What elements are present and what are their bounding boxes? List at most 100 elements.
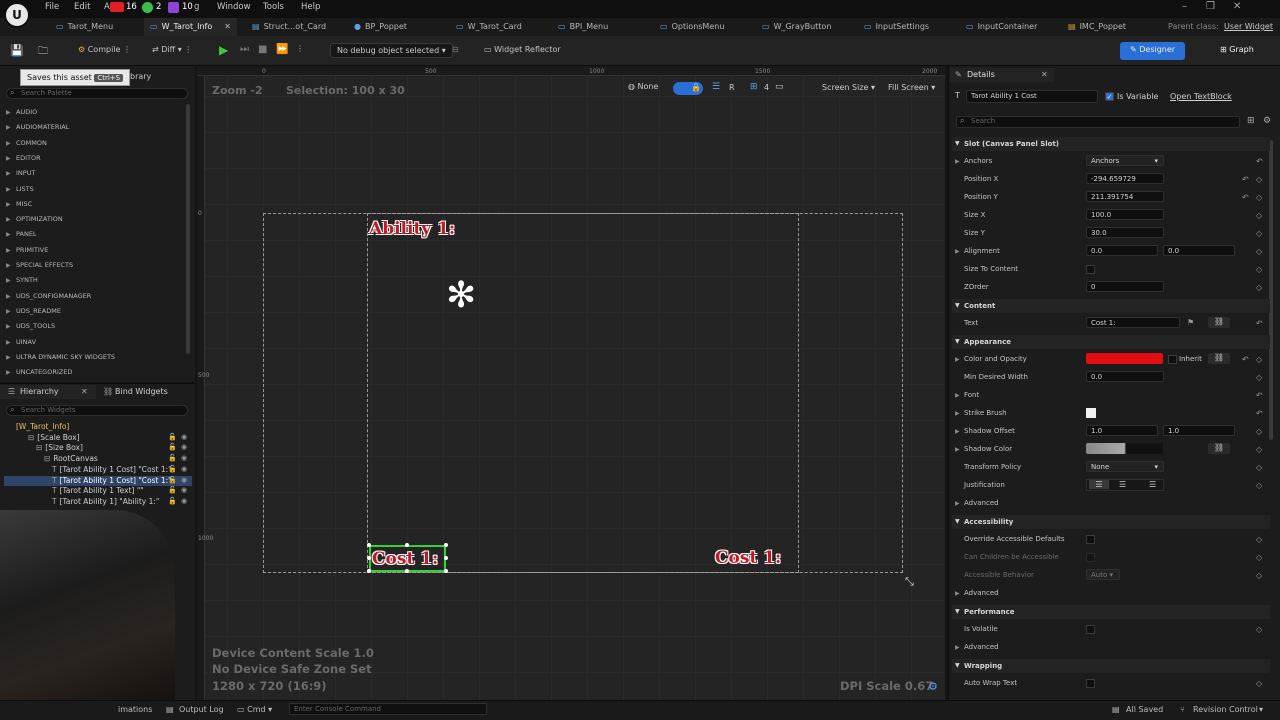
tab-bp-poppet[interactable]: ● BP_Poppet (348, 18, 413, 36)
reset-icon[interactable]: ↶ (1256, 391, 1263, 400)
palette-search-input[interactable]: Search Palette (6, 88, 188, 99)
section-accessibility[interactable]: ▼ Accessibility (952, 515, 1270, 529)
expand-arrow-icon[interactable]: ▶ (955, 356, 960, 363)
expand-arrow-icon[interactable]: ▶ (6, 170, 11, 177)
keyframe-diamond-icon[interactable]: ◇ (1256, 427, 1262, 436)
palette-category[interactable]: ULTRA DYNAMIC SKY WIDGETS (16, 353, 115, 361)
palette-category[interactable]: MISC (16, 200, 32, 208)
widget-reflector-button[interactable]: ▭ Widget Reflector (484, 45, 561, 54)
tab-struct-card[interactable]: ▤ Struct...ot_Card (246, 18, 332, 36)
hierarchy-item[interactable]: [W_Tarot_Info] (16, 422, 69, 431)
expand-arrow-icon[interactable]: ▶ (955, 248, 960, 255)
reset-icon[interactable]: ↶ (1256, 319, 1263, 328)
reset-icon[interactable]: ↶ (1242, 193, 1249, 202)
tab-imc-poppet[interactable]: ▤ IMC_Poppet (1062, 18, 1132, 36)
close-details-icon[interactable]: ✕ (1041, 70, 1048, 79)
expand-arrow-icon[interactable]: ▶ (955, 392, 960, 399)
rtl-toggle[interactable]: R (729, 83, 735, 92)
widget-name-field[interactable]: Tarot Ability 1 Cost (966, 90, 1098, 103)
visibility-eye-icon[interactable]: ◉ (181, 433, 187, 441)
hierarchy-item[interactable]: ⊟ [Size Box] (36, 443, 83, 452)
align-center-icon[interactable]: ☰ (1119, 480, 1126, 489)
reset-icon[interactable]: ↶ (1242, 355, 1249, 364)
stop-icon[interactable]: ■ (258, 44, 267, 55)
keyframe-diamond-icon[interactable]: ◇ (1256, 481, 1262, 490)
debug-object-dropdown[interactable]: No debug object selected ▾ (330, 43, 453, 58)
inherit-checkbox[interactable] (1168, 355, 1177, 364)
palette-category[interactable]: UDS_TOOLS (16, 322, 55, 330)
is-volatile-checkbox[interactable] (1086, 625, 1095, 634)
lock-icon[interactable]: 🔓 (168, 454, 177, 462)
close-hierarchy-icon[interactable]: ✕ (81, 387, 88, 396)
expand-arrow-icon[interactable]: ▶ (6, 186, 11, 193)
close-tab-icon[interactable]: ✕ (224, 22, 231, 31)
expand-arrow-icon[interactable]: ▶ (6, 369, 11, 376)
details-tab[interactable] (950, 68, 1054, 82)
visibility-eye-icon[interactable]: ◉ (181, 486, 187, 494)
resize-handle[interactable] (367, 569, 371, 573)
keyframe-diamond-icon[interactable]: ◇ (1256, 283, 1262, 292)
section-content[interactable]: ▼ Content (952, 299, 1270, 313)
resize-handle[interactable] (367, 543, 371, 547)
tab-input-settings[interactable]: ▭ InputSettings (858, 18, 935, 36)
open-textblock-link[interactable]: Open TextBlock (1170, 92, 1232, 101)
cost-text-selected[interactable]: Cost 1: (372, 549, 438, 569)
menu-asset[interactable]: A (104, 2, 110, 12)
hierarchy-item[interactable]: T [Tarot Ability 1 Text] "" (52, 486, 144, 495)
close-window-icon[interactable]: ✕ (1233, 1, 1241, 12)
strike-brush-swatch[interactable] (1086, 408, 1096, 418)
grid-snap-value[interactable]: 4 (764, 83, 769, 92)
output-log-button[interactable]: Output Log (179, 705, 224, 714)
resize-handle[interactable] (405, 543, 409, 547)
expand-arrow-icon[interactable]: ▶ (6, 247, 11, 254)
size-to-content-checkbox[interactable] (1086, 265, 1095, 274)
keyframe-diamond-icon[interactable]: ◇ (1256, 229, 1262, 238)
console-input[interactable]: Enter Console Command (289, 703, 487, 715)
section-wrapping[interactable]: ▼ Wrapping (952, 659, 1270, 673)
hierarchy-search-input[interactable]: Search Widgets (6, 405, 188, 416)
menu-tools[interactable]: Tools (263, 2, 284, 12)
lock-icon[interactable]: 🔓 (168, 497, 177, 505)
resize-handle[interactable] (367, 556, 371, 560)
hierarchy-item[interactable]: ⊟ RootCanvas (44, 454, 98, 463)
dpi-settings-gear-icon[interactable]: ⚙ (928, 680, 938, 693)
palette-category[interactable]: PANEL (16, 230, 37, 238)
color-swatch[interactable] (1086, 353, 1163, 364)
keyframe-diamond-icon[interactable]: ◇ (1256, 625, 1262, 634)
respect-locks-icon[interactable]: ☰ (712, 82, 720, 92)
maximize-icon[interactable]: ❐ (1206, 1, 1215, 12)
palette-category[interactable]: COMMON (16, 139, 47, 147)
hierarchy-item[interactable]: T [Tarot Ability 1] "Ability 1:" (52, 497, 159, 506)
keyframe-diamond-icon[interactable]: ◇ (1256, 535, 1262, 544)
expand-arrow-icon[interactable]: ▶ (6, 308, 11, 315)
cost-text[interactable]: Cost 1: (715, 548, 781, 568)
bind-widgets-tab[interactable]: Bind Widgets (115, 387, 168, 396)
expand-arrow-icon[interactable]: ▶ (955, 590, 960, 597)
expand-arrow-icon[interactable]: ▶ (955, 500, 960, 507)
fill-screen-dropdown[interactable]: Fill Screen ▾ (888, 83, 935, 92)
keyframe-diamond-icon[interactable]: ◇ (1256, 175, 1262, 184)
section-performance[interactable]: ▼ Performance (952, 605, 1270, 619)
chevron-down-icon[interactable]: ▾ (1259, 705, 1263, 714)
palette-category[interactable]: PRIMITIVE (16, 246, 48, 254)
save-icon[interactable]: 💾 (10, 44, 24, 57)
all-saved-status[interactable]: All Saved (1126, 705, 1163, 714)
diff-button[interactable]: ⇄ Diff ▾ ⋮ (152, 45, 192, 54)
palette-category[interactable]: UDS_README (16, 307, 61, 315)
accessible-behavior-dropdown[interactable]: Auto ▾ (1086, 569, 1120, 580)
animations-tab[interactable]: imations (118, 705, 152, 714)
localization-flag-icon[interactable]: ⚑ (1187, 318, 1194, 327)
expand-arrow-icon[interactable]: ▶ (955, 158, 960, 165)
palette-category[interactable]: SYNTH (16, 276, 38, 284)
palette-category[interactable]: INPUT (16, 169, 35, 177)
visibility-eye-icon[interactable]: ◉ (181, 465, 187, 473)
min-desired-width-field[interactable]: 0.0 (1086, 371, 1164, 382)
screen-size-dropdown[interactable]: Screen Size ▾ (822, 83, 875, 92)
transform-policy-dropdown[interactable]: None ▾ (1086, 461, 1164, 472)
hierarchy-item[interactable]: T [Tarot Ability 1 Cost] "Cost 1:" (52, 476, 172, 485)
tab-w-gray-button[interactable]: ▭ W_GrayButton (756, 18, 837, 36)
tab-bpi-menu[interactable]: ▭ BPI_Menu (552, 18, 614, 36)
minimize-icon[interactable]: – (1182, 1, 1187, 12)
lock-icon[interactable]: 🔓 (168, 433, 177, 441)
expand-arrow-icon[interactable]: ▶ (955, 644, 960, 651)
